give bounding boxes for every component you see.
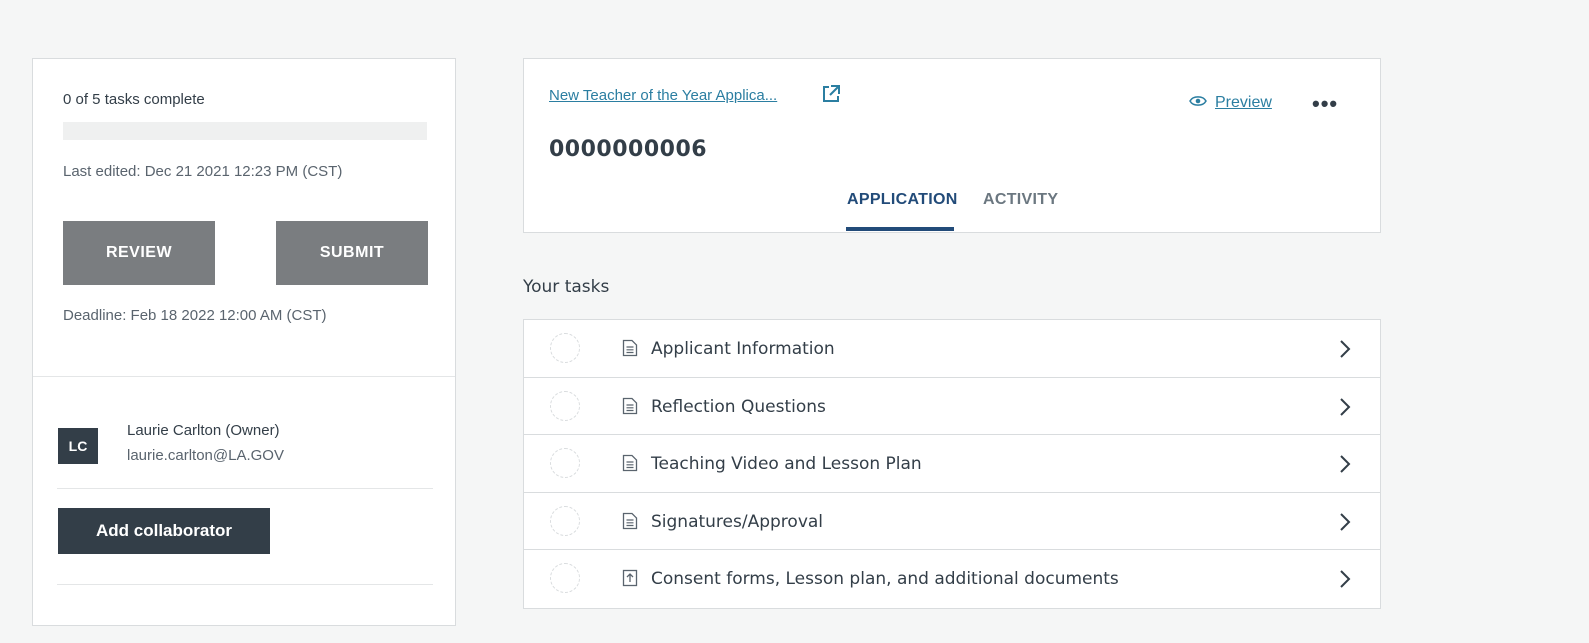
document-icon: [622, 339, 638, 357]
document-icon: [622, 454, 638, 472]
task-row[interactable]: Reflection Questions: [524, 378, 1380, 435]
task-row[interactable]: Signatures/Approval: [524, 493, 1380, 550]
task-row[interactable]: Teaching Video and Lesson Plan: [524, 435, 1380, 493]
chevron-right-icon: [1338, 338, 1352, 360]
review-button[interactable]: REVIEW: [63, 221, 215, 285]
task-label: Reflection Questions: [651, 396, 826, 417]
task-status-circle: [550, 333, 580, 363]
deadline-text: Deadline: Feb 18 2022 12:00 AM (CST): [63, 307, 327, 324]
chevron-right-icon: [1338, 453, 1352, 475]
task-label: Consent forms, Lesson plan, and addition…: [651, 569, 1119, 589]
task-label: Applicant Information: [651, 339, 835, 359]
last-edited-text: Last edited: Dec 21 2021 12:23 PM (CST): [63, 163, 343, 180]
owner-email: laurie.carlton@LA.GOV: [127, 447, 284, 464]
divider: [57, 584, 433, 585]
preview-link[interactable]: Preview: [1189, 94, 1272, 112]
more-options-icon[interactable]: •••: [1312, 91, 1338, 117]
document-icon: [622, 397, 638, 415]
task-row[interactable]: Applicant Information: [524, 320, 1380, 378]
owner-name: Laurie Carlton (Owner): [127, 422, 280, 439]
task-progress-bar: [63, 122, 427, 140]
active-tab-indicator: [846, 227, 954, 231]
submit-button[interactable]: SUBMIT: [276, 221, 428, 285]
add-collaborator-button[interactable]: Add collaborator: [58, 508, 270, 554]
task-progress-text: 0 of 5 tasks complete: [63, 91, 205, 108]
eye-icon: [1189, 94, 1207, 112]
divider: [33, 376, 455, 377]
task-label: Teaching Video and Lesson Plan: [651, 454, 922, 474]
application-id: 0000000006: [549, 137, 708, 162]
preview-label: Preview: [1215, 94, 1272, 111]
task-status-circle: [550, 448, 580, 478]
tasks-heading: Your tasks: [523, 277, 610, 297]
document-icon: [622, 512, 638, 530]
task-status-circle: [550, 390, 580, 421]
task-status-circle: [550, 505, 580, 536]
tab-activity[interactable]: ACTIVITY: [983, 191, 1058, 209]
chevron-right-icon: [1338, 568, 1352, 590]
task-label: Signatures/Approval: [651, 511, 824, 532]
divider: [57, 488, 433, 489]
upload-icon: [622, 569, 638, 587]
task-status-circle: [550, 563, 580, 593]
chevron-right-icon: [1338, 396, 1352, 418]
application-summary-card: 0 of 5 tasks complete Last edited: Dec 2…: [32, 58, 456, 626]
application-title-link[interactable]: New Teacher of the Year Applica...: [549, 87, 777, 104]
chevron-right-icon: [1338, 511, 1352, 533]
owner-avatar: LC: [58, 428, 98, 464]
tab-application[interactable]: APPLICATION: [847, 191, 958, 209]
tasks-list: Applicant Information Reflection Questio…: [523, 319, 1381, 609]
application-header-card: New Teacher of the Year Applica... 00000…: [523, 58, 1381, 233]
task-row[interactable]: Consent forms, Lesson plan, and addition…: [524, 550, 1380, 608]
external-link-icon[interactable]: [820, 83, 842, 105]
